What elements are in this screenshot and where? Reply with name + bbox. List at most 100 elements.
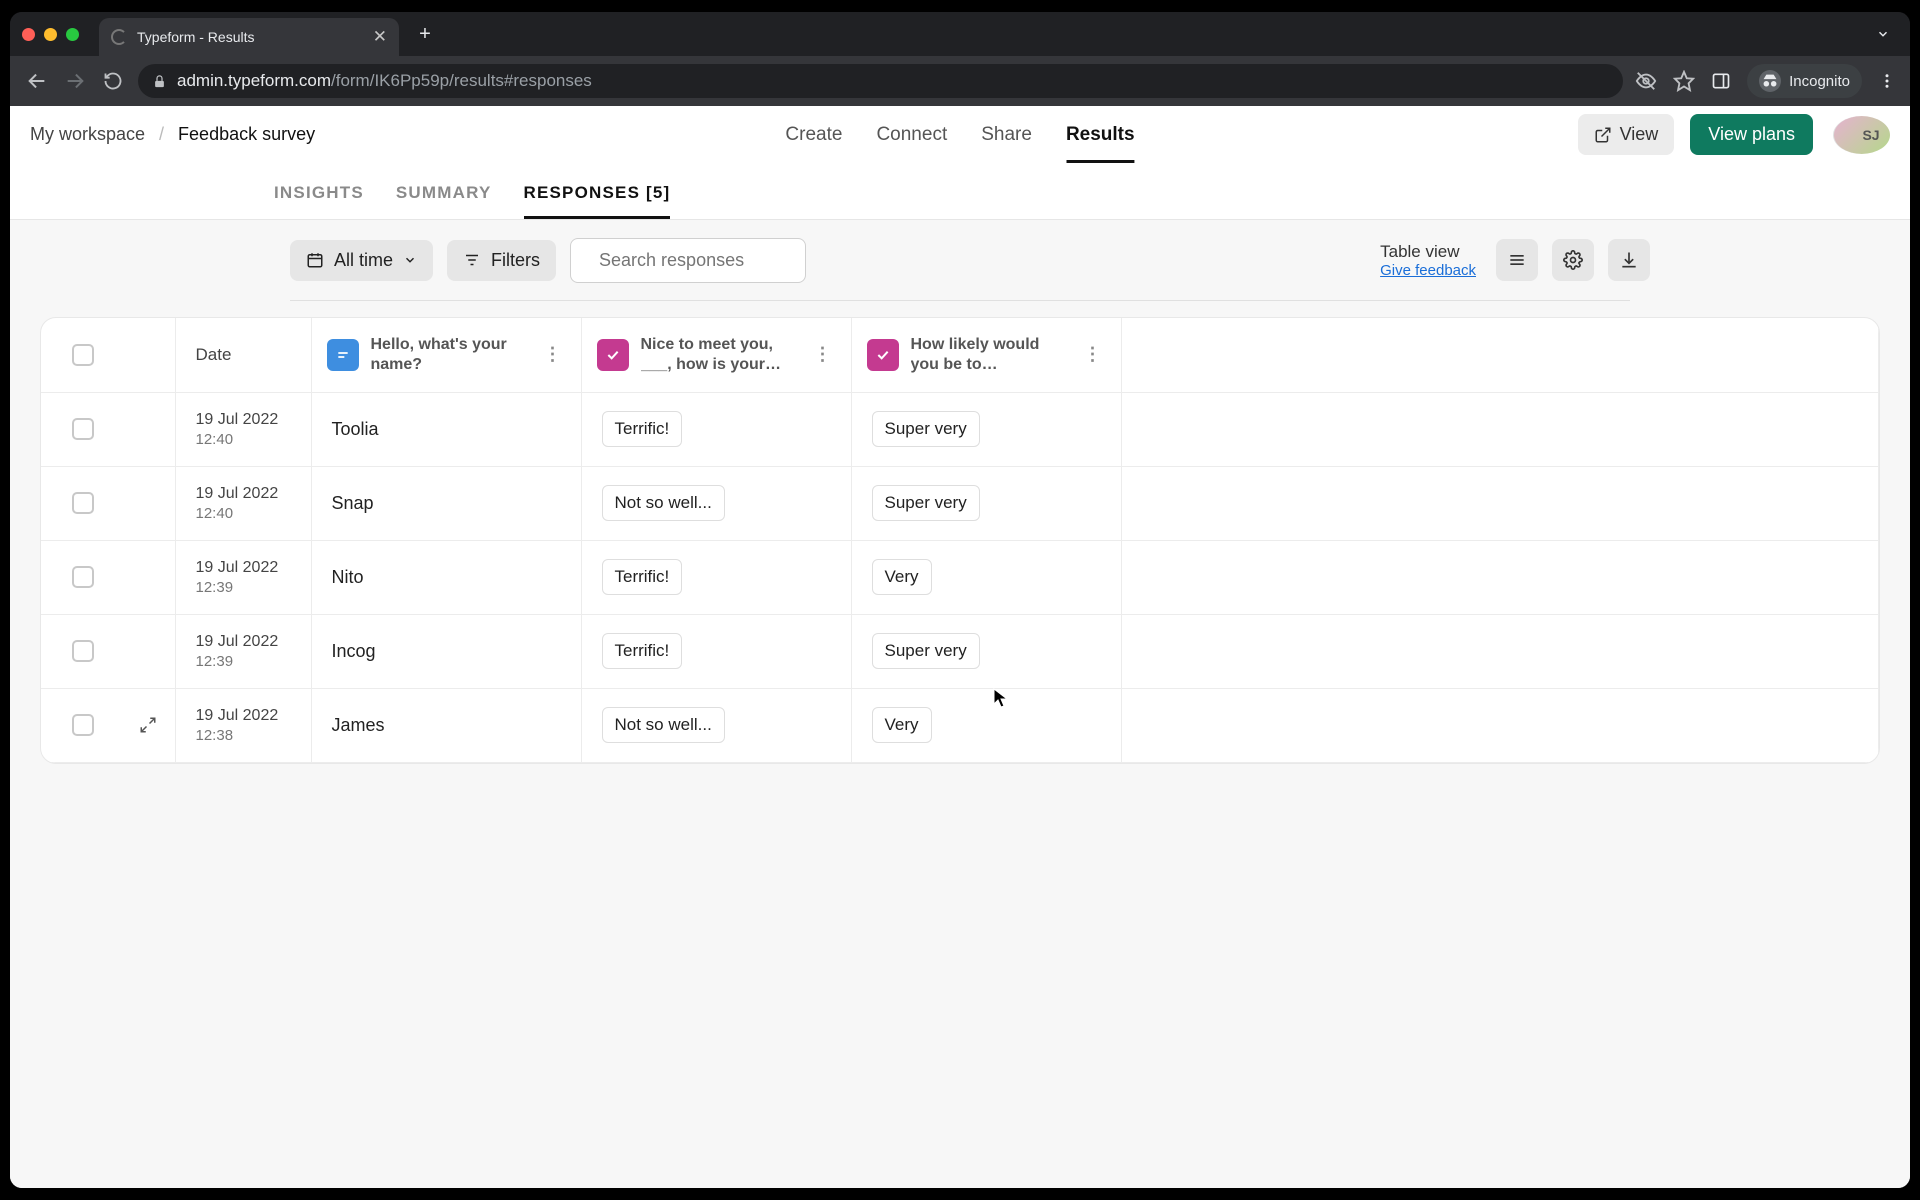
browser-tab[interactable]: Typeform - Results ✕ (99, 18, 399, 56)
results-subtabs: INSIGHTS SUMMARY RESPONSES [5] (10, 164, 1910, 220)
lock-icon (152, 74, 167, 89)
cell-date: 19 Jul 2022 12:39 (175, 540, 311, 614)
column-header-q1[interactable]: Hello, what's your name? ⋮ (311, 318, 581, 392)
row-checkbox[interactable] (72, 640, 94, 662)
responses-toolbar: All time Filters Table view (10, 220, 1910, 300)
row-select-cell (41, 540, 175, 614)
nav-back-button[interactable] (24, 70, 50, 92)
table-row[interactable]: 19 Jul 2022 12:38 James Not so well... V… (41, 688, 1879, 762)
cell-name: Toolia (311, 392, 581, 466)
cell-name: Incog (311, 614, 581, 688)
row-checkbox[interactable] (72, 492, 94, 514)
choice-question-icon (597, 339, 629, 371)
cell-q2: Terrific! (581, 614, 851, 688)
cell-date: 19 Jul 2022 12:40 (175, 466, 311, 540)
responses-table: Date Hello, what's your name? ⋮ (40, 317, 1880, 764)
row-checkbox[interactable] (72, 418, 94, 440)
browser-menu-icon[interactable] (1878, 72, 1896, 90)
cell-q3: Super very (851, 466, 1121, 540)
cell-q3: Very (851, 688, 1121, 762)
subtab-responses[interactable]: RESPONSES [5] (524, 183, 671, 219)
column-header-empty (1121, 318, 1879, 392)
cell-name: James (311, 688, 581, 762)
tab-close-icon[interactable]: ✕ (373, 27, 387, 47)
search-responses[interactable] (570, 238, 806, 283)
column-menu-icon[interactable]: ⋮ (1080, 344, 1106, 365)
search-input[interactable] (597, 249, 833, 272)
cell-empty (1121, 614, 1879, 688)
window-maximize[interactable] (66, 28, 79, 41)
nav-share[interactable]: Share (981, 106, 1032, 163)
breadcrumb-current: Feedback survey (178, 124, 315, 145)
calendar-icon (306, 251, 324, 269)
view-form-button[interactable]: View (1578, 114, 1675, 155)
download-button[interactable] (1608, 239, 1650, 281)
view-mode-list-button[interactable] (1496, 239, 1538, 281)
tracking-protection-icon[interactable] (1635, 70, 1657, 92)
window-controls (22, 28, 79, 41)
cell-q3: Super very (851, 392, 1121, 466)
row-checkbox[interactable] (72, 566, 94, 588)
table-row[interactable]: 19 Jul 2022 12:40 Toolia Terrific! Super… (41, 392, 1879, 466)
timerange-dropdown[interactable]: All time (290, 240, 433, 281)
nav-forward-button[interactable] (62, 70, 88, 92)
address-bar[interactable]: admin.typeform.com/form/IK6Pp59p/results… (138, 64, 1623, 98)
loading-spinner-icon (111, 29, 127, 45)
app-header: My workspace / Feedback survey Create Co… (10, 106, 1910, 164)
app-root: My workspace / Feedback survey Create Co… (10, 106, 1910, 1188)
filters-label: Filters (491, 250, 540, 271)
subtab-summary[interactable]: SUMMARY (396, 183, 492, 219)
nav-results[interactable]: Results (1066, 106, 1135, 163)
table-settings-button[interactable] (1552, 239, 1594, 281)
column-header-q2[interactable]: Nice to meet you, ___, how is your da...… (581, 318, 851, 392)
column-header-q3[interactable]: How likely would you be to recommend... … (851, 318, 1121, 392)
tab-overflow-icon[interactable] (1876, 27, 1890, 41)
new-tab-button[interactable]: + (411, 20, 439, 48)
incognito-indicator[interactable]: Incognito (1747, 64, 1862, 98)
table-row[interactable]: 19 Jul 2022 12:39 Nito Terrific! Very (41, 540, 1879, 614)
breadcrumb-workspace[interactable]: My workspace (30, 124, 145, 145)
cell-date: 19 Jul 2022 12:39 (175, 614, 311, 688)
window-close[interactable] (22, 28, 35, 41)
breadcrumb: My workspace / Feedback survey (30, 124, 315, 145)
tab-title: Typeform - Results (137, 29, 363, 45)
give-feedback-link[interactable]: Give feedback (1380, 262, 1476, 279)
window-minimize[interactable] (44, 28, 57, 41)
incognito-icon (1759, 70, 1781, 92)
browser-tabstrip: Typeform - Results ✕ + (10, 12, 1910, 56)
row-checkbox[interactable] (72, 714, 94, 736)
user-avatar[interactable]: SJ (1833, 116, 1890, 154)
filters-button[interactable]: Filters (447, 240, 556, 281)
toolbar-divider (290, 300, 1630, 301)
bookmark-star-icon[interactable] (1673, 70, 1695, 92)
column-menu-icon[interactable]: ⋮ (810, 344, 836, 365)
select-all-checkbox[interactable] (72, 344, 94, 366)
side-panel-icon[interactable] (1711, 71, 1731, 91)
cell-empty (1121, 392, 1879, 466)
subtab-insights[interactable]: INSIGHTS (274, 183, 364, 219)
nav-connect[interactable]: Connect (876, 106, 947, 163)
view-plans-button[interactable]: View plans (1690, 114, 1813, 155)
timerange-label: All time (334, 250, 393, 271)
row-select-cell (41, 466, 175, 540)
nav-reload-button[interactable] (100, 71, 126, 91)
table-row[interactable]: 19 Jul 2022 12:39 Incog Terrific! Super … (41, 614, 1879, 688)
nav-create[interactable]: Create (785, 106, 842, 163)
row-select-cell (41, 688, 175, 762)
cell-q3: Super very (851, 614, 1121, 688)
browser-toolbar: admin.typeform.com/form/IK6Pp59p/results… (10, 56, 1910, 106)
list-icon (1507, 250, 1527, 270)
filter-icon (463, 251, 481, 269)
column-menu-icon[interactable]: ⋮ (540, 344, 566, 365)
appbar-actions: View View plans SJ (1578, 114, 1890, 155)
chevron-down-icon (403, 253, 417, 267)
cell-empty (1121, 466, 1879, 540)
expand-row-icon[interactable] (137, 714, 159, 736)
text-question-icon (327, 339, 359, 371)
gear-icon (1563, 250, 1583, 270)
cell-date: 19 Jul 2022 12:40 (175, 392, 311, 466)
header-select-all (41, 318, 175, 392)
table-row[interactable]: 19 Jul 2022 12:40 Snap Not so well... Su… (41, 466, 1879, 540)
row-select-cell (41, 392, 175, 466)
column-header-date[interactable]: Date (175, 318, 311, 392)
